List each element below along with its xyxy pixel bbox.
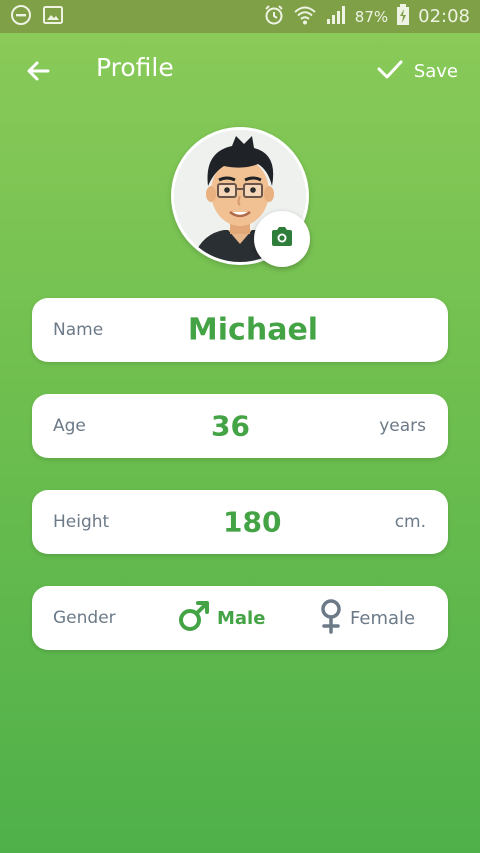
age-card[interactable]: Age 36 years xyxy=(32,394,448,458)
clock: 02:08 xyxy=(418,6,470,27)
battery-charging-icon xyxy=(396,3,410,30)
height-unit: cm. xyxy=(394,512,426,532)
height-value[interactable]: 180 xyxy=(223,506,281,539)
gender-option-male[interactable]: Male xyxy=(177,599,265,637)
back-arrow-icon xyxy=(22,61,54,91)
name-card[interactable]: Name Michael xyxy=(32,298,448,362)
camera-icon xyxy=(270,226,294,252)
age-label: Age xyxy=(53,416,86,436)
gender-label: Gender xyxy=(53,608,116,628)
change-photo-button[interactable] xyxy=(254,211,310,267)
status-bar: 87% 02:08 xyxy=(0,0,480,33)
gender-card: Gender Male Female xyxy=(32,586,448,650)
female-icon xyxy=(318,598,344,638)
avatar-container xyxy=(171,127,310,267)
page-title: Profile xyxy=(96,53,174,82)
battery-percent: 87% xyxy=(354,7,389,26)
wifi-icon xyxy=(293,4,317,30)
signal-icon xyxy=(325,4,347,30)
app-bar: Profile Save xyxy=(0,33,480,107)
age-unit: years xyxy=(379,416,426,436)
image-notification-icon xyxy=(42,4,64,30)
gender-option-female[interactable]: Female xyxy=(318,598,415,638)
name-value[interactable]: Michael xyxy=(32,313,448,348)
save-button[interactable]: Save xyxy=(376,55,458,87)
female-label: Female xyxy=(350,607,416,629)
male-icon xyxy=(177,599,211,637)
back-button[interactable] xyxy=(22,55,54,87)
do-not-disturb-icon xyxy=(10,4,32,30)
height-label: Height xyxy=(53,512,110,532)
age-value[interactable]: 36 xyxy=(211,410,250,443)
check-icon xyxy=(376,55,404,87)
alarm-icon xyxy=(263,4,285,30)
save-label: Save xyxy=(413,60,458,82)
male-label: Male xyxy=(217,607,266,629)
height-card[interactable]: Height 180 cm. xyxy=(32,490,448,554)
